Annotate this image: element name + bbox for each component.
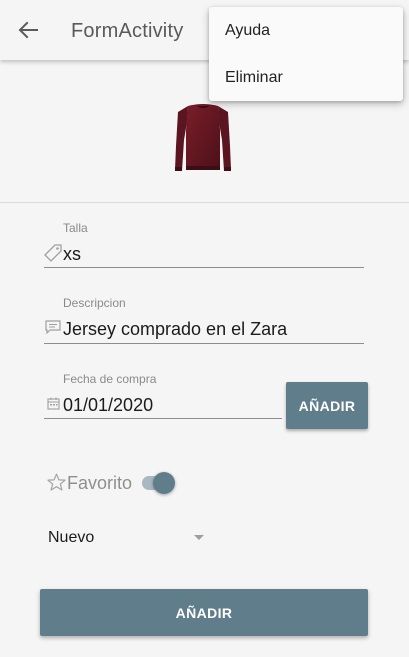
descripcion-label: Descripcion <box>63 296 126 310</box>
back-button[interactable] <box>14 16 42 44</box>
favorito-switch-thumb[interactable] <box>153 472 175 494</box>
fecha-underline <box>44 418 282 419</box>
star-outline-icon <box>47 473 66 491</box>
overflow-menu: Ayuda Eliminar <box>209 7 403 101</box>
chevron-down-icon[interactable] <box>194 535 204 540</box>
fecha-label: Fecha de compra <box>63 372 157 386</box>
arrow-back-icon <box>18 21 38 39</box>
talla-label: Talla <box>63 221 88 235</box>
estado-spinner[interactable]: Nuevo <box>48 529 94 547</box>
app-title: FormActivity <box>71 20 184 42</box>
fecha-input[interactable]: 01/01/2020 <box>63 395 153 416</box>
talla-input[interactable]: xs <box>63 244 81 265</box>
descripcion-input[interactable]: Jersey comprado en el Zara <box>63 319 287 340</box>
calendar-icon <box>47 397 60 410</box>
add-date-button[interactable]: AÑADIR <box>286 382 368 429</box>
menu-item-eliminar[interactable]: Eliminar <box>209 54 403 101</box>
tag-icon <box>44 244 62 262</box>
submit-button[interactable]: AÑADIR <box>40 589 368 636</box>
talla-underline <box>44 267 364 268</box>
sweater-image[interactable] <box>170 100 236 174</box>
menu-item-ayuda[interactable]: Ayuda <box>209 7 403 54</box>
descripcion-underline <box>44 343 364 344</box>
comment-icon <box>45 320 61 334</box>
favorito-label: Favorito <box>67 473 133 493</box>
